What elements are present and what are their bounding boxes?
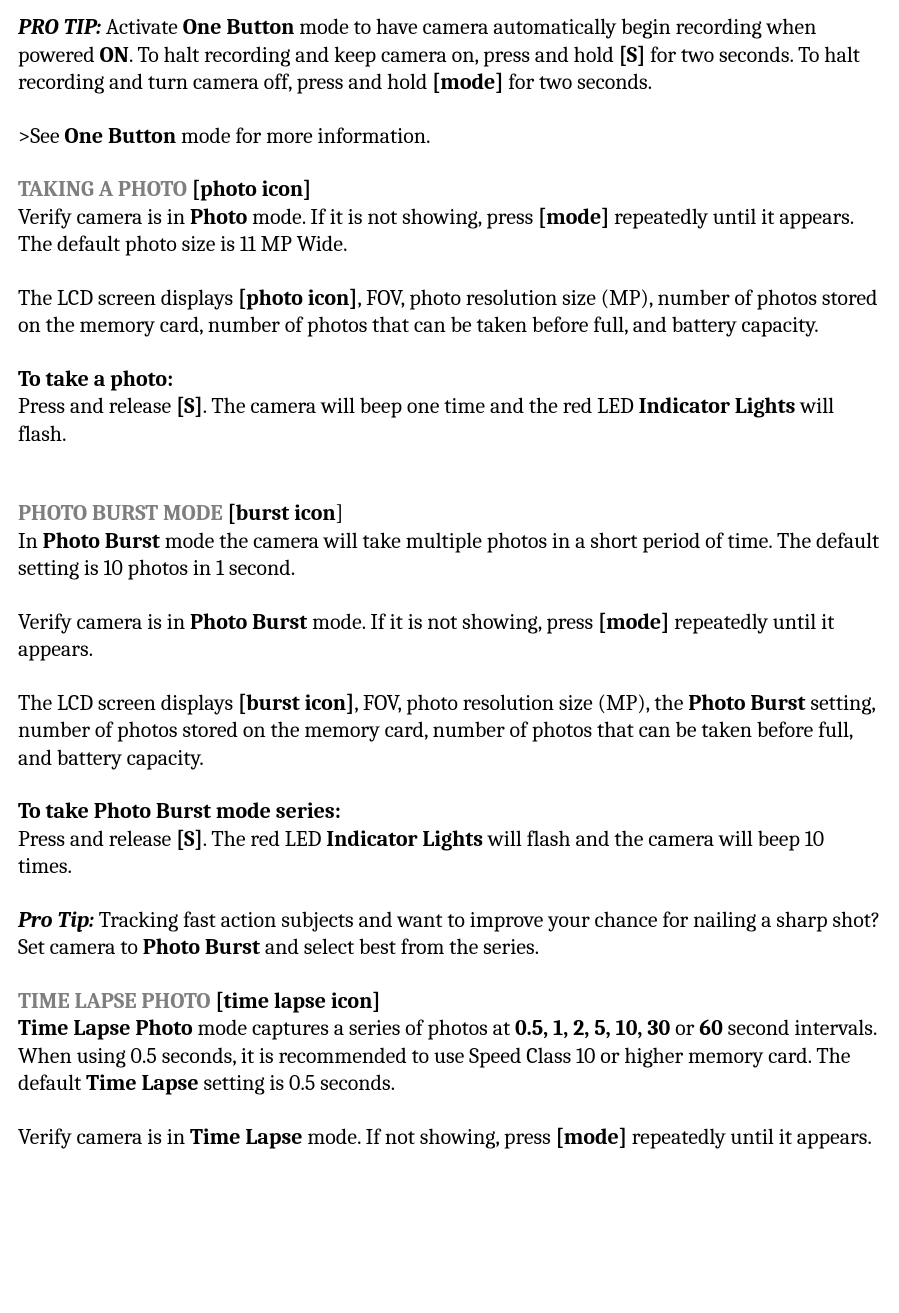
time-lapse-icon: [time lapse icon]: [215, 988, 380, 1014]
burst-p4: Press and release [S]. The red LED Indic…: [18, 826, 881, 881]
photo-p1: Verify camera is in Photo mode. If it is…: [18, 204, 881, 259]
burst-icon: [burst icon: [228, 500, 336, 526]
timelapse-p2: Verify camera is in Time Lapse mode. If …: [18, 1124, 881, 1152]
photo-p3: Press and release [S]. The camera will b…: [18, 393, 881, 448]
photo-burst-heading: PHOTO BURST MODE [burst icon]: [18, 500, 881, 528]
see-one-button: >See One Button mode for more informatio…: [18, 123, 881, 151]
photo-icon: [photo icon]: [192, 176, 311, 202]
taking-a-photo-heading: TAKING A PHOTO [photo icon]: [18, 176, 881, 204]
burst-pro-tip: Pro Tip: Tracking fast action subjects a…: [18, 907, 881, 962]
pro-tip-label: PRO TIP:: [18, 14, 101, 40]
pro-tip-label: Pro Tip:: [18, 907, 94, 933]
photo-p2: The LCD screen displays [photo icon], FO…: [18, 285, 881, 340]
to-take-burst-heading: To take Photo Burst mode series:: [18, 798, 881, 826]
photo-icon: [photo icon]: [238, 285, 357, 311]
burst-p2: Verify camera is in Photo Burst mode. If…: [18, 609, 881, 664]
to-take-photo-heading: To take a photo:: [18, 366, 881, 394]
time-lapse-heading: TIME LAPSE PHOTO [time lapse icon]: [18, 988, 881, 1016]
timelapse-p1: Time Lapse Photo mode captures a series …: [18, 1015, 881, 1098]
burst-icon: [burst icon]: [238, 690, 354, 716]
pro-tip-1: PRO TIP: Activate One Button mode to hav…: [18, 14, 881, 97]
burst-p1: In Photo Burst mode the camera will take…: [18, 528, 881, 583]
burst-p3: The LCD screen displays [burst icon], FO…: [18, 690, 881, 773]
